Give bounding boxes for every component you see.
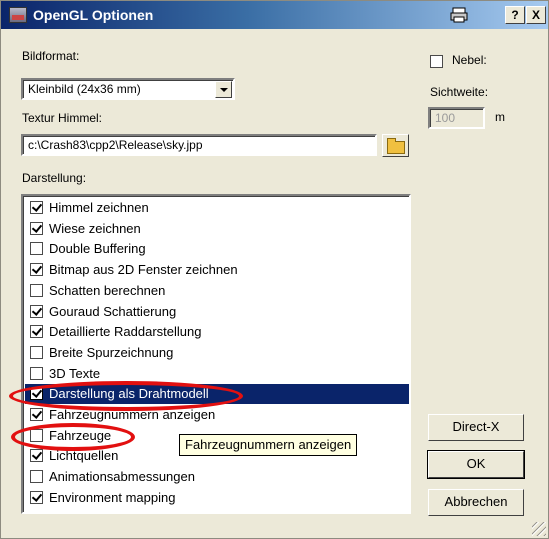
list-item-checkbox[interactable]: [30, 345, 43, 359]
list-item[interactable]: Animationsabmessungen: [25, 467, 409, 487]
sichtweite-label: Sichtweite:: [430, 85, 489, 99]
textur-input[interactable]: c:\Crash83\cpp2\Release\sky.jpp: [21, 134, 377, 156]
list-item-checkbox[interactable]: [30, 449, 43, 463]
list-item-checkbox[interactable]: [30, 408, 43, 421]
title-bar[interactable]: OpenGL Optionen ? X: [1, 1, 548, 29]
list-item-checkbox[interactable]: [30, 470, 43, 484]
list-item-label: Gouraud Schattierung: [49, 303, 177, 319]
print-icon[interactable]: [448, 6, 470, 24]
bildformat-label: Bildformat:: [22, 49, 80, 63]
resize-grip-icon[interactable]: [532, 522, 546, 536]
list-item-label: Detaillierte Raddarstellung: [49, 324, 202, 340]
list-item[interactable]: Himmel zeichnen: [25, 198, 409, 218]
sichtweite-value: 100: [435, 111, 456, 125]
list-item-label: Double Buffering: [49, 241, 146, 257]
list-item[interactable]: Gouraud Schattierung: [25, 302, 409, 322]
list-item-checkbox[interactable]: [30, 201, 43, 214]
textur-value: c:\Crash83\cpp2\Release\sky.jpp: [28, 138, 203, 152]
bildformat-value: Kleinbild (24x36 mm): [28, 82, 141, 96]
darstellung-list[interactable]: Himmel zeichnen Wiese zeichnen Double Buff…: [21, 194, 411, 514]
chevron-down-icon[interactable]: [215, 81, 232, 98]
directx-button[interactable]: Direct-X: [428, 414, 524, 441]
app-icon: [9, 7, 27, 23]
list-item[interactable]: Double Buffering: [25, 239, 409, 259]
list-item-checkbox[interactable]: [30, 242, 43, 256]
list-item-label: 3D Texte: [49, 365, 101, 381]
bildformat-select[interactable]: Kleinbild (24x36 mm): [21, 78, 235, 100]
darstellung-label: Darstellung:: [22, 171, 87, 185]
sichtweite-unit: m: [495, 110, 505, 124]
list-item-label: Schatten berechnen: [49, 282, 166, 298]
list-item-checkbox[interactable]: [30, 366, 43, 380]
nebel-label: Nebel:: [452, 53, 487, 67]
list-item-label: Bitmap aus 2D Fenster zeichnen: [49, 262, 238, 278]
list-item[interactable]: Wiese zeichnen: [25, 219, 409, 239]
folder-open-icon: [387, 138, 405, 154]
list-item[interactable]: 3D Texte: [25, 364, 409, 384]
list-item-label: Animationsabmessungen: [49, 469, 195, 485]
list-item[interactable]: Schatten berechnen: [25, 281, 409, 301]
list-item-label: Breite Spurzeichnung: [49, 344, 174, 360]
list-item-checkbox[interactable]: [30, 304, 43, 318]
close-button[interactable]: X: [526, 6, 546, 24]
help-button[interactable]: ?: [505, 6, 525, 24]
list-item-label: Wiese zeichnen: [49, 220, 141, 236]
ok-button[interactable]: OK: [427, 450, 525, 479]
annotation-ellipse-drahtmodell: [9, 381, 243, 411]
list-item[interactable]: Environment mapping: [25, 488, 409, 508]
list-item-label: Himmel zeichnen: [49, 200, 149, 215]
list-item-checkbox[interactable]: [30, 325, 43, 339]
textur-label: Textur Himmel:: [22, 111, 103, 125]
nebel-checkbox[interactable]: [430, 55, 443, 68]
list-item[interactable]: Bitmap aus 2D Fenster zeichnen: [25, 260, 409, 280]
opengl-options-dialog: OpenGL Optionen ? X Bildformat: Kleinbil…: [0, 0, 549, 539]
list-item-label: Environment mapping: [49, 489, 176, 505]
annotation-ellipse-fahrzeuge: [11, 423, 135, 451]
window-title: OpenGL Optionen: [33, 7, 154, 23]
list-item-checkbox[interactable]: [30, 221, 43, 235]
sichtweite-input[interactable]: 100: [428, 107, 485, 129]
browse-button[interactable]: [382, 134, 409, 157]
list-item[interactable]: Detaillierte Raddarstellung: [25, 322, 409, 342]
list-item-checkbox[interactable]: [30, 263, 43, 277]
cancel-button[interactable]: Abbrechen: [428, 489, 524, 516]
list-item-checkbox[interactable]: [30, 283, 43, 297]
tooltip: Fahrzeugnummern anzeigen: [179, 434, 358, 456]
list-item-checkbox[interactable]: [30, 490, 43, 504]
list-item[interactable]: Breite Spurzeichnung: [25, 343, 409, 363]
